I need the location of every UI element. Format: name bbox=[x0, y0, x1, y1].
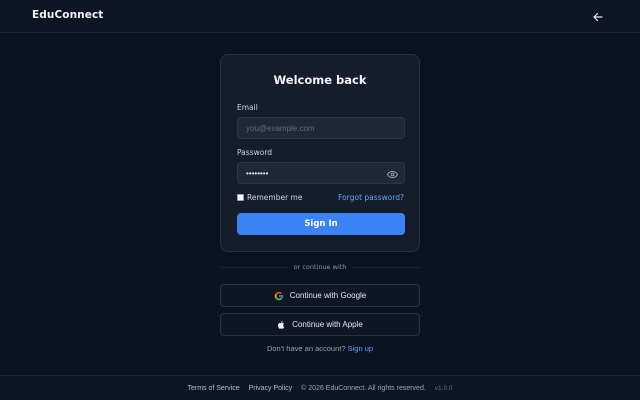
sign-in-button[interactable]: Sign In bbox=[237, 213, 405, 235]
terms-link[interactable]: Terms of Service bbox=[187, 385, 239, 392]
footer: Terms of Service Privacy Policy © 2026 E… bbox=[0, 375, 640, 400]
apple-icon bbox=[278, 320, 285, 329]
google-icon bbox=[274, 291, 283, 300]
signup-prompt-text: Don't have an account? bbox=[266, 344, 346, 353]
password-label: Password bbox=[237, 148, 273, 157]
remember-me-checkbox[interactable] bbox=[237, 194, 244, 201]
copyright-text: © 2026 EduConnect. All rights reserved. bbox=[301, 385, 426, 392]
version-label: v1.0.0 bbox=[434, 385, 453, 392]
password-field[interactable] bbox=[237, 162, 405, 184]
page-title: Welcome back bbox=[273, 73, 367, 87]
brand-logo-text[interactable]: EduConnect bbox=[32, 9, 103, 21]
signup-prompt: Don't have an account? Sign up bbox=[0, 344, 640, 353]
password-visibility-toggle[interactable] bbox=[385, 167, 399, 181]
divider-text: or continue with bbox=[287, 263, 353, 271]
back-button[interactable] bbox=[589, 8, 607, 26]
top-bar: EduConnect bbox=[0, 0, 640, 33]
remember-me[interactable]: Remember me bbox=[237, 193, 302, 202]
forgot-password-link[interactable]: Forgot password? bbox=[338, 193, 404, 202]
google-sign-in-label: Continue with Google bbox=[289, 291, 367, 300]
privacy-link[interactable]: Privacy Policy bbox=[249, 385, 293, 392]
footer-links: Terms of Service Privacy Policy © 2026 E… bbox=[0, 376, 640, 400]
sign-up-link[interactable]: Sign up bbox=[348, 344, 373, 353]
eye-icon bbox=[386, 170, 398, 178]
google-sign-in-button[interactable]: Continue with Google bbox=[220, 284, 420, 307]
email-field[interactable] bbox=[237, 117, 405, 139]
remember-me-label[interactable]: Remember me bbox=[247, 193, 302, 202]
email-label: Email bbox=[237, 103, 258, 112]
login-card: Welcome back Email Password Remember me … bbox=[220, 54, 420, 252]
divider-label: or continue with bbox=[220, 263, 420, 271]
apple-sign-in-label: Continue with Apple bbox=[292, 320, 363, 329]
apple-sign-in-button[interactable]: Continue with Apple bbox=[220, 313, 420, 336]
arrow-left-icon bbox=[593, 12, 603, 22]
